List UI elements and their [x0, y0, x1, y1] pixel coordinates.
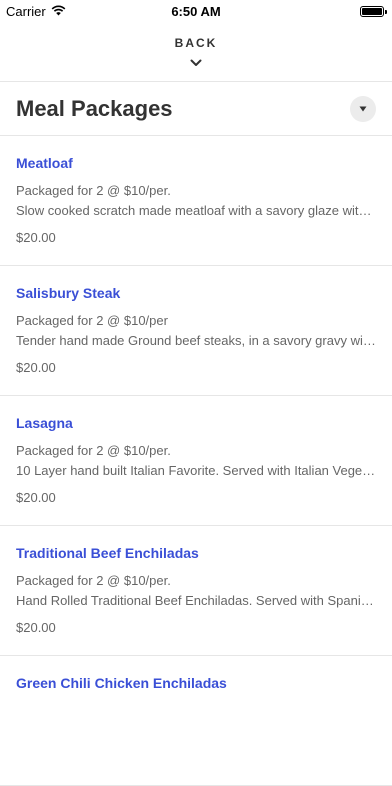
list-item[interactable]: Green Chili Chicken Enchiladas: [0, 656, 392, 786]
meal-package-list: Meatloaf Packaged for 2 @ $10/per. Slow …: [0, 136, 392, 786]
battery-icon: [360, 5, 387, 17]
dropdown-toggle-button[interactable]: [350, 96, 376, 122]
item-name[interactable]: Meatloaf: [16, 155, 376, 171]
item-packaging: Packaged for 2 @ $10/per.: [16, 573, 171, 588]
back-label: BACK: [174, 36, 218, 50]
list-item[interactable]: Meatloaf Packaged for 2 @ $10/per. Slow …: [0, 136, 392, 266]
item-name[interactable]: Salisbury Steak: [16, 285, 376, 301]
page-header: Meal Packages: [0, 82, 392, 136]
item-description: Tender hand made Ground beef steaks, in …: [16, 333, 376, 348]
item-price: $20.00: [16, 490, 56, 505]
list-item[interactable]: Salisbury Steak Packaged for 2 @ $10/per…: [0, 266, 392, 396]
caret-down-icon: [359, 106, 367, 112]
item-description: Hand Rolled Traditional Beef Enchiladas.…: [16, 593, 376, 608]
item-name[interactable]: Green Chili Chicken Enchiladas: [16, 675, 376, 691]
back-button[interactable]: BACK: [0, 36, 392, 72]
page-title: Meal Packages: [16, 96, 173, 121]
item-price: $20.00: [16, 230, 56, 245]
list-item[interactable]: Traditional Beef Enchiladas Packaged for…: [0, 526, 392, 656]
item-name[interactable]: Traditional Beef Enchiladas: [16, 545, 376, 561]
item-description: 10 Layer hand built Italian Favorite. Se…: [16, 463, 376, 478]
status-bar: Carrier 6:50 AM: [0, 0, 392, 22]
item-description: Slow cooked scratch made meatloaf with a…: [16, 203, 376, 218]
item-price: $20.00: [16, 360, 56, 375]
item-name[interactable]: Lasagna: [16, 415, 376, 431]
list-item[interactable]: Lasagna Packaged for 2 @ $10/per. 10 Lay…: [0, 396, 392, 526]
item-packaging: Packaged for 2 @ $10/per.: [16, 443, 171, 458]
status-time: 6:50 AM: [171, 3, 221, 19]
item-packaging: Packaged for 2 @ $10/per.: [16, 183, 171, 198]
item-packaging: Packaged for 2 @ $10/per: [16, 313, 168, 328]
chevron-down-icon: [190, 54, 202, 72]
item-price: $20.00: [16, 620, 56, 635]
